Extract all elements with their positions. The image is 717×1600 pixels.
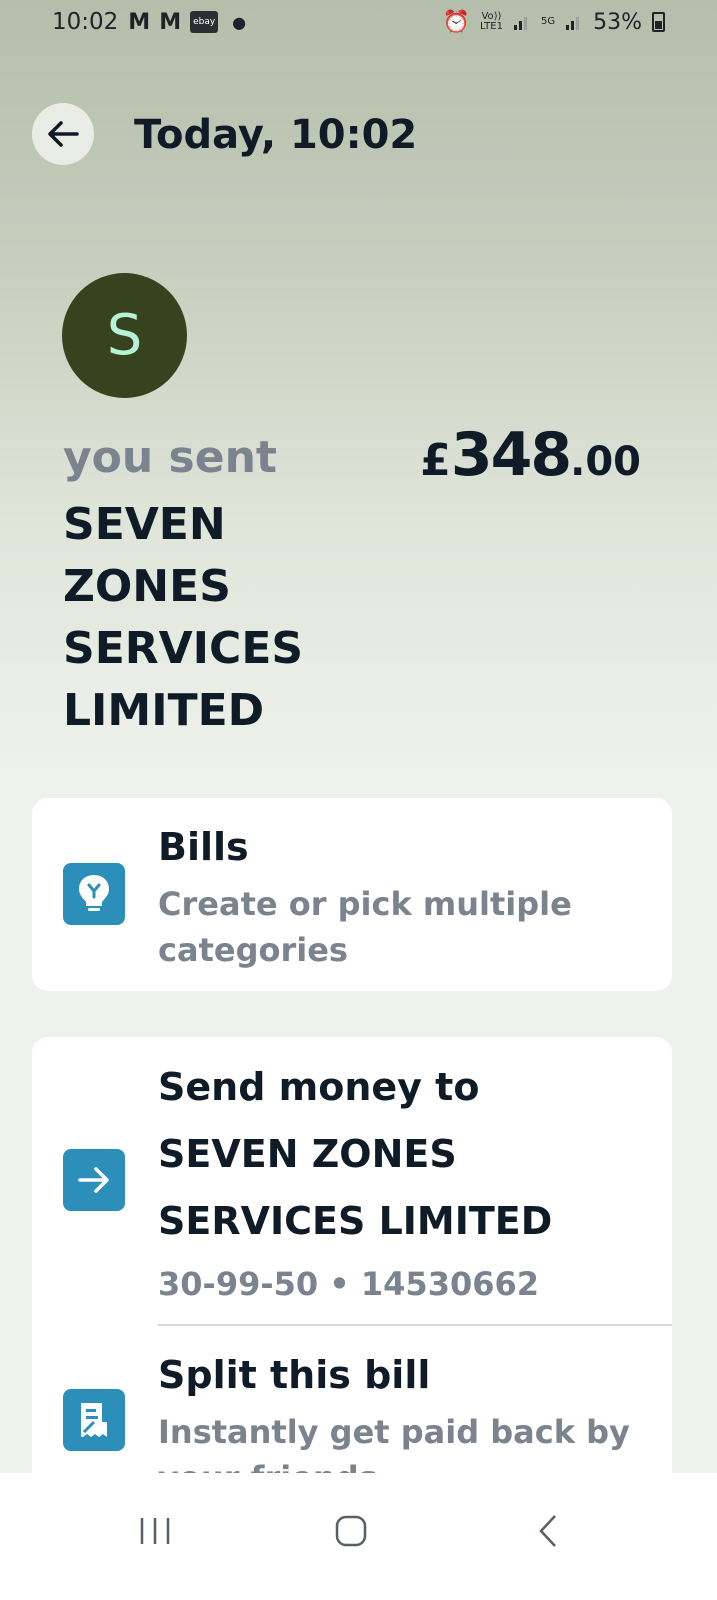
send-money-recipient: SEVEN ZONES: [158, 1132, 457, 1176]
arrow-right-icon: [78, 1167, 109, 1193]
battery-percent: 53%: [593, 9, 642, 35]
send-money-recipient: SERVICES LIMITED: [158, 1199, 553, 1243]
category-subtitle: categories: [158, 931, 348, 969]
category-tile: [63, 863, 125, 925]
merchant-avatar: S: [62, 273, 187, 398]
signal-icon: [566, 17, 580, 30]
status-left: 10:02 M M ebay ●: [52, 9, 246, 35]
recent-apps-icon: [140, 1518, 170, 1544]
split-bill-subtitle: Instantly get paid back by: [158, 1413, 630, 1451]
amount-major: 348: [450, 420, 572, 490]
system-nav-bar: [0, 1473, 717, 1600]
network-5g-indicator: 5G: [540, 16, 556, 27]
volte-indicator: Vo)) LTE1: [479, 11, 503, 32]
amount-currency: £: [420, 435, 451, 486]
alarm-icon: ⏰: [442, 9, 470, 35]
merchant-name: SEVEN ZONES SERVICES LIMITED: [63, 499, 304, 736]
home-icon: [335, 1515, 367, 1547]
home-button[interactable]: [321, 1501, 381, 1561]
split-bill-title: Split this bill: [158, 1353, 431, 1397]
recent-apps-button[interactable]: [125, 1501, 185, 1561]
more-notifications-dot-icon: ●: [232, 12, 247, 32]
account-details: 30-99-50 • 14530662: [158, 1265, 540, 1303]
ebay-notification-icon: ebay: [190, 11, 219, 33]
direction-label: you sent: [63, 432, 277, 483]
gmail-notification-icon: M: [159, 9, 181, 35]
back-nav-button[interactable]: [518, 1501, 578, 1561]
avatar-letter: S: [106, 303, 143, 368]
category-title: Bills: [158, 825, 249, 869]
arrow-left-icon: [48, 121, 79, 147]
amount-minor: .00: [570, 439, 641, 485]
transaction-amount: £348.00: [420, 420, 641, 490]
split-bill-row[interactable]: Split this bill Instantly get paid back …: [32, 1326, 672, 1497]
send-money-row[interactable]: Send money to SEVEN ZONES SERVICES LIMIT…: [32, 1037, 672, 1325]
lightbulb-icon: [79, 875, 109, 911]
split-bill-tile: [63, 1389, 125, 1451]
category-card[interactable]: Bills Create or pick multiple categories: [32, 798, 672, 991]
gmail-notification-icon: M: [128, 9, 150, 35]
status-time: 10:02: [52, 9, 119, 35]
status-bar: 10:02 M M ebay ● ⏰ Vo)) LTE1 5G 53%: [0, 0, 717, 44]
battery-icon: [652, 12, 665, 32]
receipt-icon: [81, 1403, 107, 1437]
send-money-tile: [63, 1149, 125, 1211]
back-button[interactable]: [32, 103, 94, 165]
category-subtitle: Create or pick multiple: [158, 885, 572, 923]
status-right: ⏰ Vo)) LTE1 5G 53%: [443, 10, 665, 35]
send-money-title: Send money to: [158, 1065, 480, 1109]
page-title: Today, 10:02: [134, 112, 418, 158]
signal-icon: [513, 17, 527, 30]
chevron-left-icon: [539, 1515, 556, 1547]
actions-card: Send money to SEVEN ZONES SERVICES LIMIT…: [32, 1037, 672, 1497]
